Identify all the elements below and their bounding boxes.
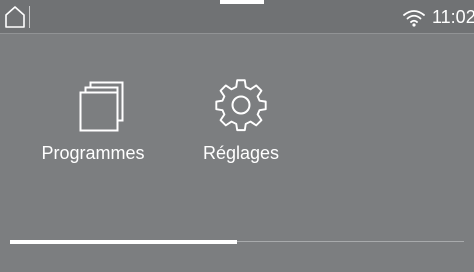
home-icon	[5, 6, 25, 28]
reglages-tile[interactable]: Réglages	[188, 78, 294, 164]
wifi-icon	[402, 8, 426, 27]
gear-icon	[215, 79, 267, 132]
pull-down-handle[interactable]	[220, 0, 264, 4]
programmes-label: Programmes	[41, 143, 145, 163]
programmes-tile[interactable]: Programmes	[38, 78, 148, 164]
status-divider	[29, 6, 30, 28]
reglages-label: Réglages	[202, 143, 280, 163]
clock: 11:02	[432, 7, 474, 27]
page-indicator-fill	[10, 240, 237, 244]
programmes-icon	[79, 81, 124, 132]
home-button[interactable]	[4, 5, 26, 29]
status-bar: 11:02	[0, 0, 474, 34]
screen: 11:02 Programmes Réglages	[0, 0, 474, 272]
